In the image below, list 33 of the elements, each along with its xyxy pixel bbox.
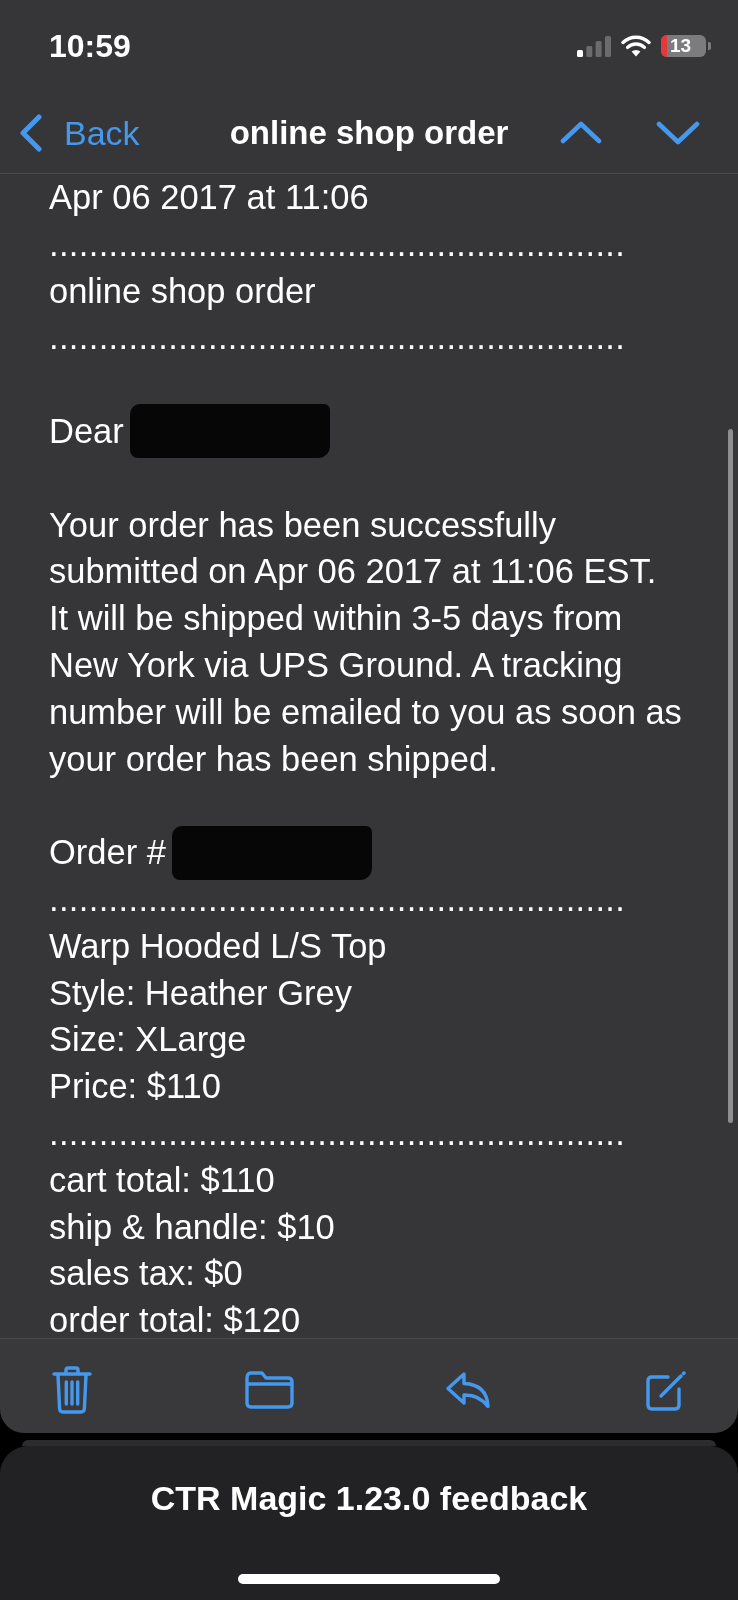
dotted-separator: .......................................................... (49, 878, 626, 920)
sheet-title: CTR Magic 1.23.0 feedback (150, 1478, 588, 1518)
message-line: sales tax: $0 (49, 1253, 243, 1295)
wifi-icon (621, 35, 651, 57)
reply-arrow-icon[interactable] (445, 1371, 493, 1409)
message-title: online shop order (229, 112, 509, 153)
message-line: Apr 06 2017 at 11:06 (49, 177, 369, 218)
message-line: Order # (49, 832, 166, 874)
message-line: Size: XLarge (49, 1019, 247, 1061)
message-line: Price: $110 (49, 1066, 221, 1108)
message-line: Warp Hooded L/S Top (49, 925, 387, 967)
folder-icon[interactable] (244, 1371, 294, 1409)
message-paragraph: Your order has been successfully submitted on Apr 06 2017 at 11:06 EST. It will be shipped within 3-5 days from New York via UPS Ground. A tracking number will be emailed to you as soon as your order has been shipped. (49, 504, 683, 780)
message-line: Dear (49, 411, 124, 452)
chevron-down-icon[interactable] (656, 120, 700, 145)
trash-icon[interactable] (51, 1366, 93, 1414)
battery-percentage: 13 (670, 35, 692, 57)
message-line: Style: Heather Grey (49, 972, 352, 1014)
message-line: online shop order (49, 270, 316, 312)
compose-icon[interactable] (643, 1369, 686, 1411)
message-line: ship & handle: $10 (49, 1206, 335, 1248)
dotted-separator: .......................................................... (49, 1112, 626, 1154)
chevron-up-icon[interactable] (560, 121, 602, 144)
status-time: 10:59 (49, 27, 131, 65)
message-line: order total: $120 (49, 1300, 301, 1338)
message-line: cart total: $110 (49, 1159, 275, 1201)
chevron-left-icon (19, 113, 42, 152)
signal-icon (577, 35, 611, 57)
dotted-separator: .......................................................... (49, 223, 626, 265)
back-button[interactable]: Back (19, 112, 140, 153)
battery-icon (661, 35, 711, 57)
dotted-separator: .......................................................... (49, 317, 626, 359)
scroll-bar[interactable] (728, 429, 733, 1123)
